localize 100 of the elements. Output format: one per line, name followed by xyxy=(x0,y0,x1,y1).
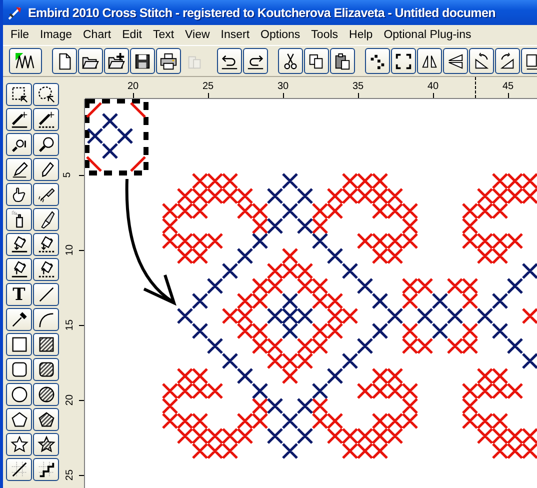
tool-button[interactable] xyxy=(33,283,59,306)
ruler-label: 10 xyxy=(66,244,76,256)
tool-button[interactable] xyxy=(33,83,59,106)
toolbar-button[interactable] xyxy=(365,48,390,74)
menu-item[interactable]: Text xyxy=(147,29,180,41)
toolbar-button[interactable] xyxy=(304,48,329,74)
toolbar-button[interactable] xyxy=(156,48,181,74)
tool-button[interactable] xyxy=(6,433,32,456)
tool-button[interactable] xyxy=(6,108,32,131)
toolbar-button[interactable] xyxy=(495,48,520,74)
tool-button[interactable] xyxy=(33,233,59,256)
tool-button[interactable] xyxy=(6,383,32,406)
tool-button[interactable] xyxy=(6,308,32,331)
tool-button[interactable] xyxy=(6,183,32,206)
tool-button[interactable] xyxy=(33,433,59,456)
window-title: Embird 2010 Cross Stitch - registered to Koutcherova Elizaveta - Untitled documen xyxy=(28,6,496,20)
tool-button[interactable] xyxy=(33,358,59,381)
menu-item[interactable]: Insert xyxy=(215,29,256,41)
tool-button[interactable] xyxy=(6,358,32,381)
ruler-label: 20 xyxy=(127,81,139,92)
paint-bucket-icon xyxy=(36,260,56,279)
magnifier-icon xyxy=(36,135,56,154)
hatched-square-icon xyxy=(36,335,56,354)
printer-icon xyxy=(159,52,178,70)
tool-button[interactable] xyxy=(33,133,59,156)
scissors-icon xyxy=(281,52,300,70)
paint-bucket-icon xyxy=(36,235,56,254)
lasso-icon xyxy=(36,85,56,104)
menu-item[interactable]: Edit xyxy=(116,29,148,41)
grid-staircase-icon xyxy=(36,460,56,479)
square-icon xyxy=(10,335,28,354)
paste-icon xyxy=(333,52,352,70)
tool-button[interactable] xyxy=(33,258,59,281)
toolbar-button[interactable] xyxy=(469,48,494,74)
toolbar-button[interactable] xyxy=(443,48,468,74)
toolbar-button[interactable] xyxy=(9,48,42,74)
text-tool-button[interactable]: T xyxy=(6,283,32,306)
tool-button[interactable] xyxy=(33,383,59,406)
star-icon xyxy=(10,435,28,454)
hatched-circle-icon xyxy=(36,385,56,404)
hatched-star-icon xyxy=(36,435,56,454)
ruler-label: 5 xyxy=(62,172,73,178)
hatched-pentagon-icon xyxy=(36,410,56,429)
tool-button[interactable] xyxy=(33,208,59,231)
tool-button[interactable] xyxy=(6,408,32,431)
ruler-label: 15 xyxy=(66,319,76,331)
pentagon-icon xyxy=(10,410,28,429)
grid-diagonal-line-icon xyxy=(10,460,28,479)
tool-button[interactable] xyxy=(6,233,32,256)
ruler-label: 25 xyxy=(202,81,214,92)
tool-button[interactable] xyxy=(6,133,32,156)
toolbar-button[interactable] xyxy=(104,48,129,74)
tool-button[interactable] xyxy=(33,408,59,431)
ruler-label: 45 xyxy=(502,81,514,92)
magic-wand-icon xyxy=(36,110,56,129)
menu-item[interactable]: File xyxy=(5,29,35,41)
app-icon xyxy=(7,4,23,20)
arc-icon xyxy=(36,310,56,329)
ruler-label: 40 xyxy=(427,81,439,92)
menu-item[interactable]: Optional Plug-ins xyxy=(378,29,477,41)
tool-button[interactable] xyxy=(6,458,32,481)
brush-icon xyxy=(36,185,56,204)
tool-button[interactable] xyxy=(6,83,32,106)
toolbar-button[interactable] xyxy=(417,48,442,74)
ruler-label: 20 xyxy=(66,394,76,406)
menu-item[interactable]: Help xyxy=(344,29,378,41)
paint-bucket-icon xyxy=(10,260,28,279)
tool-button[interactable] xyxy=(6,258,32,281)
ruler-label: 30 xyxy=(277,81,289,92)
frame-corners-icon xyxy=(394,52,413,70)
dashed-selection-icon xyxy=(10,85,28,104)
folder-plus-icon xyxy=(107,52,126,70)
circle-icon xyxy=(10,385,28,404)
tool-button[interactable] xyxy=(33,183,59,206)
toolbar-button[interactable] xyxy=(52,48,77,74)
tool-button[interactable] xyxy=(33,458,59,481)
toolbar-button[interactable] xyxy=(130,48,155,74)
tool-button[interactable] xyxy=(6,333,32,356)
ruler-label: 35 xyxy=(352,81,364,92)
paint-bucket-icon xyxy=(10,235,28,254)
ruler-label: 25 xyxy=(66,469,76,481)
menu-item[interactable]: Options xyxy=(255,29,306,41)
menu-item[interactable]: View xyxy=(180,29,216,41)
toolbar-button[interactable] xyxy=(391,48,416,74)
flip-triangles-icon xyxy=(446,52,465,70)
toolbar-button[interactable] xyxy=(78,48,103,74)
tool-button[interactable] xyxy=(33,158,59,181)
menu-item[interactable]: Image xyxy=(34,29,78,41)
toolbar-button[interactable] xyxy=(243,48,268,74)
tool-button[interactable] xyxy=(6,208,32,231)
toolbar-button[interactable] xyxy=(278,48,303,74)
toolbar-button[interactable] xyxy=(217,48,242,74)
tool-button[interactable] xyxy=(33,108,59,131)
toolbar-button[interactable] xyxy=(330,48,355,74)
tool-button[interactable] xyxy=(33,333,59,356)
tool-button[interactable] xyxy=(6,158,32,181)
menu-item[interactable]: Tools xyxy=(306,29,344,41)
tool-button[interactable] xyxy=(33,308,59,331)
magic-wand-icon xyxy=(10,110,28,129)
menu-item[interactable]: Chart xyxy=(78,29,117,41)
